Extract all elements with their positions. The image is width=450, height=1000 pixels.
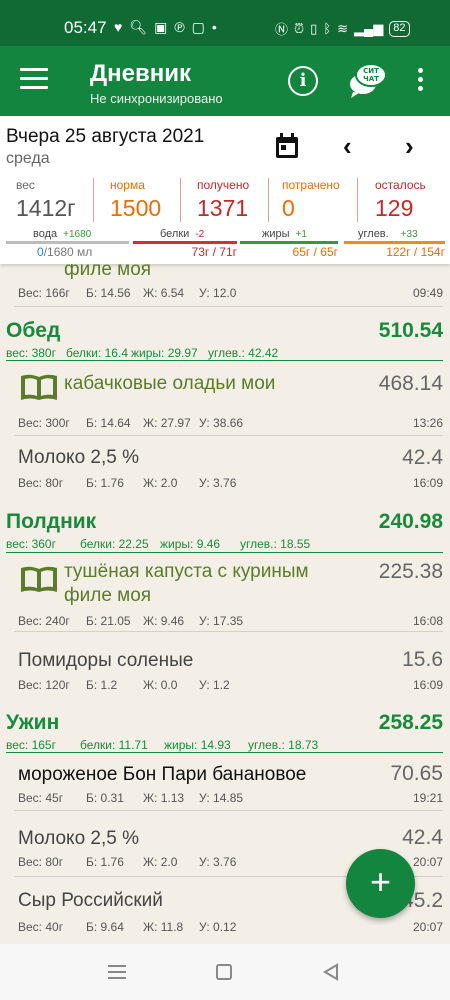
search-icon: 🔍︎ <box>129 19 148 35</box>
bluetooth-icon: ᛒ <box>323 21 332 36</box>
app-icon: ▣ <box>154 19 168 35</box>
chevron-right-icon[interactable]: › <box>405 131 414 162</box>
stat-weight: вес 1412г <box>16 178 76 221</box>
nfc-icon: Ⓝ <box>275 22 289 37</box>
food-macros: Вес: 240г Б: 21.05 Ж: 9.46 У: 17.35 <box>18 614 244 628</box>
menu-icon[interactable] <box>20 68 48 92</box>
stat-spent: потрачено 0 <box>282 178 340 221</box>
date-label[interactable]: Вчера 25 августа 2021 <box>6 126 204 148</box>
food-macros: Вес: 166г Б: 14.56 Ж: 6.54 У: 12.0 <box>18 286 237 300</box>
heart-icon: ♥ <box>114 19 123 35</box>
app-bar: Дневник Не синхронизировано i СИТ ЧАТ <box>0 46 450 116</box>
back-icon[interactable] <box>323 963 339 986</box>
home-icon[interactable] <box>216 964 232 980</box>
svg-text:ЧАТ: ЧАТ <box>363 75 379 83</box>
stat-norm: норма 1500 <box>110 178 162 221</box>
vibrate-icon: ▯ <box>310 20 318 36</box>
sync-status: Не синхронизировано <box>90 91 223 106</box>
food-macros: Вес: 300г Б: 14.64 Ж: 27.97 У: 38.66 <box>18 416 244 430</box>
alarm-icon: ⏰︎ <box>294 20 305 36</box>
info-icon[interactable]: i <box>288 66 318 96</box>
stat-received: получено 1371 <box>197 178 250 221</box>
dot-icon: • <box>211 19 217 35</box>
system-icons: Ⓝ ⏰︎ ▯ ᛒ ≋ ▂▄▆ 82 <box>275 19 410 38</box>
food-macros: Вес: 120г Б: 1.2 Ж: 0.0 У: 1.2 <box>18 678 230 692</box>
daily-summary: вес 1412г норма 1500 получено 1371 потра… <box>0 176 450 264</box>
date-header: Вчера 25 августа 2021 среда ‹ › <box>0 116 450 176</box>
battery-icon: 82 <box>389 20 410 37</box>
protein-bar: белки -2 73г / 71г <box>133 228 237 259</box>
signal-icon: ▂▄▆ <box>354 20 384 36</box>
system-nav-bar <box>0 944 450 1000</box>
app-icon: ▢ <box>191 19 205 35</box>
chevron-left-icon[interactable]: ‹ <box>343 131 352 162</box>
carbs-bar: углев. +33 122г / 154г <box>344 228 445 259</box>
status-time: 05:47 <box>64 18 107 37</box>
page-title: Дневник <box>90 60 191 87</box>
food-macros: Вес: 80г Б: 1.76 Ж: 2.0 У: 3.76 <box>18 476 237 490</box>
recipe-book-icon <box>20 373 58 401</box>
svg-text:СИТ: СИТ <box>363 67 379 75</box>
calendar-icon[interactable] <box>275 133 299 159</box>
chat-icon[interactable]: СИТ ЧАТ <box>347 62 387 98</box>
add-icon[interactable]: + <box>346 849 415 918</box>
food-macros: Вес: 80г Б: 1.76 Ж: 2.0 У: 3.76 <box>18 855 237 869</box>
recipe-book-icon <box>20 565 58 593</box>
status-bar: 05:47 ♥ 🔍︎ ▣ ℗ ▢ • Ⓝ ⏰︎ ▯ ᛒ ≋ ▂▄▆ 82 <box>0 0 450 46</box>
food-macros: Вес: 40г Б: 9.64 Ж: 11.8 У: 0.12 <box>18 920 237 934</box>
water-bar[interactable]: вода +1680 0/1680 мл <box>6 228 129 259</box>
stat-left: осталось 129 <box>375 178 426 221</box>
food-macros: Вес: 45г Б: 0.31 Ж: 1.13 У: 14.85 <box>18 791 244 805</box>
recents-icon[interactable] <box>108 965 126 979</box>
weekday-label: среда <box>6 150 50 167</box>
notification-icons: ♥ 🔍︎ ▣ ℗ ▢ • <box>114 19 217 36</box>
more-vert-icon[interactable] <box>418 68 426 94</box>
pinterest-icon: ℗ <box>174 19 185 35</box>
fat-bar: жиры +1 65г / 65г <box>240 228 338 259</box>
wifi-icon: ≋ <box>337 20 349 36</box>
diary-list: филе моя Вес: 166г Б: 14.56 Ж: 6.54 У: 12.0… <box>6 264 443 934</box>
